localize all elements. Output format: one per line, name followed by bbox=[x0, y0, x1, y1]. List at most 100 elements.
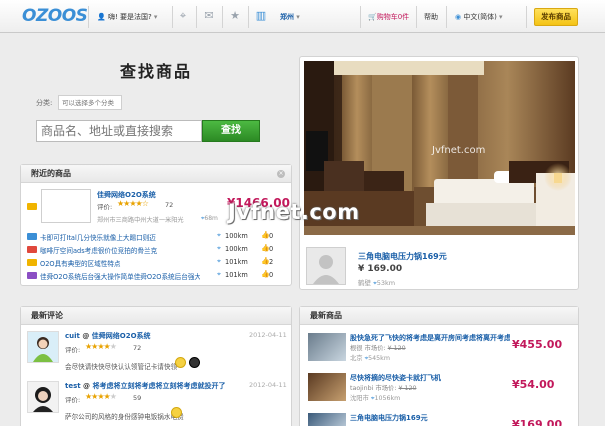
divider bbox=[416, 6, 417, 28]
default-avatar-icon bbox=[307, 248, 345, 284]
category-tag-icon bbox=[27, 233, 37, 240]
product-thumbnail[interactable] bbox=[308, 333, 346, 361]
location-pin-icon[interactable]: ⌖ bbox=[176, 9, 190, 23]
language-selector[interactable]: ◉ 中文(简体) ▾ bbox=[455, 12, 503, 22]
site-logo[interactable]: OZOOS bbox=[22, 6, 88, 26]
user-icon: 👤 bbox=[97, 13, 108, 21]
product-item[interactable]: 尽快将摘的尽快姿卡就打飞机 taojinbi 市场价: ¥ 120 沈阳市 ⌖105… bbox=[306, 371, 574, 407]
divider bbox=[196, 6, 197, 28]
rating-label: 评价: bbox=[65, 346, 81, 354]
location-pin-icon: ⌖ bbox=[217, 270, 221, 278]
item-distance: 100km bbox=[225, 232, 248, 240]
divider bbox=[446, 6, 447, 28]
product-photo-panel: 三角电脑电压力锅169元 ¥ 169.00 鹤壁 ⌖53km bbox=[299, 56, 579, 290]
divider bbox=[360, 6, 361, 28]
smiley-emoji-icon bbox=[175, 357, 186, 368]
watermark-large: Jvfnet.com bbox=[228, 200, 360, 224]
like-count: 2 bbox=[269, 258, 274, 266]
comment-item: cuit @ 佳舜网络O2O系统 2012-04-11 评价: ★★★★★ 72… bbox=[25, 329, 289, 377]
nearby-products-panel: 附近的商品 × 佳舜网络O2O系统 评价: ★★★★☆ 72 郑州市三商路中州大… bbox=[20, 164, 292, 286]
help-link[interactable]: 帮助 bbox=[424, 12, 438, 22]
item-price: ¥169.00 bbox=[512, 418, 563, 426]
item-distance: 101km bbox=[225, 271, 248, 279]
comment-date: 2012-04-11 bbox=[249, 381, 287, 389]
search-input[interactable] bbox=[36, 120, 202, 142]
smiley-emoji-icon bbox=[171, 407, 182, 418]
chevron-down-icon: ▾ bbox=[151, 13, 158, 21]
list-item[interactable]: 佳舜O2O系统后台强大操作简单佳舜O2O系统后台强大... ⌖ 101km 👍 0 bbox=[25, 270, 289, 282]
item-title[interactable]: 尽快将摘的尽快姿卡就打飞机 bbox=[350, 373, 510, 383]
avatar-image bbox=[28, 332, 58, 362]
list-item[interactable]: 卡即可打Ital几分快乐就像上大踢口则迈 ⌖ 100km 👍 0 bbox=[25, 231, 289, 243]
publish-button[interactable]: 发布商品 bbox=[534, 8, 578, 26]
item-title[interactable]: 咖啡厅空间ads考虑很价位竞拍的骨兰克 bbox=[40, 245, 200, 255]
item-location: 沈阳市 ⌖1056km bbox=[350, 395, 401, 402]
category-tag-icon bbox=[27, 246, 37, 253]
category-tag-icon bbox=[27, 259, 37, 266]
cart-icon: 🛒 bbox=[368, 13, 377, 21]
product-item[interactable]: 三角电脑电压力锅169元 ¥169.00 bbox=[306, 411, 574, 426]
item-title[interactable]: 卡即可打Ital几分快乐就像上大踢口则迈 bbox=[40, 232, 200, 242]
category-field[interactable] bbox=[58, 95, 122, 110]
list-item[interactable]: O2O具有典型的区域性特点 ⌖ 101km 👍 2 bbox=[25, 257, 289, 269]
panel-header: 最新商品 bbox=[300, 307, 578, 325]
like-count: 0 bbox=[269, 232, 274, 240]
product-location: 鹤壁 ⌖53km bbox=[358, 279, 396, 287]
panel-header: 附近的商品 bbox=[21, 165, 291, 183]
user-avatar[interactable] bbox=[27, 381, 59, 413]
category-tag-icon bbox=[27, 272, 37, 279]
comment-text: 会尽快请快快尽快认认领管记卡请快领 bbox=[65, 363, 178, 371]
cart-link[interactable]: 🛒购物车0件 bbox=[368, 12, 409, 22]
divider bbox=[172, 6, 173, 28]
chevron-down-icon: ▾ bbox=[496, 13, 503, 21]
panda-emoji-icon bbox=[189, 357, 200, 368]
user-greeting[interactable]: 👤 嗨! 要是法国? ▾ bbox=[97, 12, 157, 22]
collapse-icon[interactable]: × bbox=[277, 170, 285, 178]
star-icon[interactable]: ★ bbox=[228, 9, 242, 23]
comment-author: test @ 将考虑将立刻将考虑将立刻将考虑就投开了 bbox=[65, 382, 226, 390]
item-title[interactable]: 三角电脑电压力锅169元 bbox=[350, 413, 510, 423]
top-bar: OZOOS 👤 嗨! 要是法国? ▾ ⌖ ✉ ★ ▥ 郑州 ▾ 🛒购物车0件 帮… bbox=[0, 0, 605, 33]
newest-products-panel: 最新商品 股快急死了飞快的将考虑是离开房间考虑将离开考虑就对方立即根很 市场价:… bbox=[299, 306, 579, 426]
product-title[interactable]: 三角电脑电压力锅169元 bbox=[358, 251, 447, 262]
category-label: 分类: bbox=[36, 99, 53, 107]
item-price: ¥455.00 bbox=[512, 338, 563, 351]
location-pin-icon: ⌖ bbox=[217, 244, 221, 252]
user-avatar[interactable] bbox=[27, 331, 59, 363]
location-pin-icon: ⌖ bbox=[217, 257, 221, 265]
seller-avatar[interactable] bbox=[306, 247, 346, 285]
like-count: 0 bbox=[269, 245, 274, 253]
item-title[interactable]: 佳舜O2O系统后台强大操作简单佳舜O2O系统后台强大... bbox=[40, 271, 200, 281]
item-title[interactable]: O2O具有典型的区域性特点 bbox=[40, 258, 200, 268]
item-title[interactable]: 股快急死了飞快的将考虑是离开房间考虑将离开考虑就对方立即 bbox=[350, 333, 510, 343]
item-distance: 101km bbox=[225, 258, 248, 266]
search-panel: 查找商品 分类: 查找 bbox=[20, 58, 292, 154]
divider bbox=[526, 6, 527, 28]
comment-date: 2012-04-11 bbox=[249, 331, 287, 339]
rating-stars-icon: ★★★★★ bbox=[85, 342, 117, 351]
product-price: ¥ 169.00 bbox=[358, 264, 403, 274]
product-address: 郑州市三商路中州大道一米阳光 bbox=[97, 217, 184, 224]
comment-text: 萨尔公司的风格的身份感钟电饭锅水电费 bbox=[65, 413, 184, 421]
divider bbox=[222, 6, 223, 28]
product-thumbnail[interactable] bbox=[308, 373, 346, 401]
item-location: 北京 ⌖545km bbox=[350, 355, 390, 362]
rating-label: 评价: bbox=[97, 203, 113, 211]
category-tag-icon bbox=[27, 203, 37, 210]
rating-label: 评价: bbox=[65, 396, 81, 404]
search-button[interactable]: 查找 bbox=[202, 120, 260, 142]
product-item[interactable]: 股快急死了飞快的将考虑是离开房间考虑将离开考虑就对方立即根很 市场价: ¥ 12… bbox=[306, 331, 574, 367]
divider bbox=[88, 6, 89, 28]
list-item[interactable]: 咖啡厅空间ads考虑很价位竞拍的骨兰克 ⌖ 100km 👍 0 bbox=[25, 244, 289, 256]
location-pin-icon: ⌖ bbox=[217, 231, 221, 239]
rating-stars-icon: ★★★★★ bbox=[85, 392, 117, 401]
chevron-down-icon: ▾ bbox=[294, 13, 300, 21]
panel-header: 最新评论 bbox=[21, 307, 291, 325]
latest-comments-panel: 最新评论 cuit @ 佳舜网络O2O系统 2012-04-11 评价: ★★★… bbox=[20, 306, 292, 426]
divider bbox=[248, 6, 249, 28]
product-thumbnail[interactable] bbox=[41, 189, 91, 223]
mail-icon[interactable]: ✉ bbox=[202, 9, 216, 23]
product-thumbnail[interactable] bbox=[308, 413, 346, 426]
page-title: 查找商品 bbox=[120, 62, 193, 81]
city-selector[interactable]: 郑州 ▾ bbox=[280, 12, 300, 22]
